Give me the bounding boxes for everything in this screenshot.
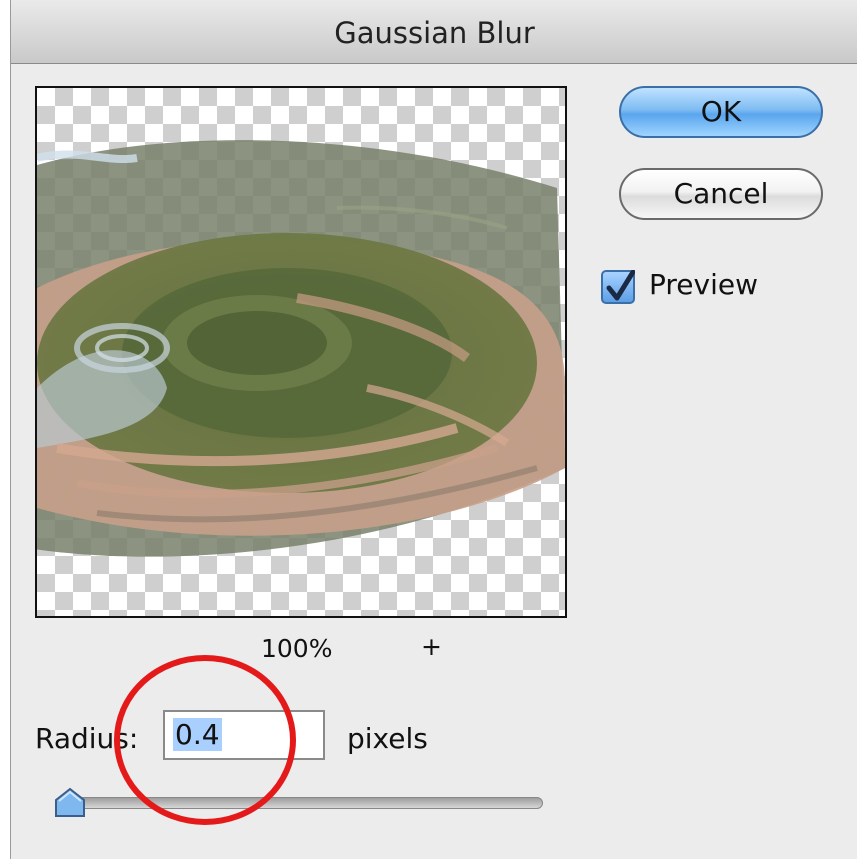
radius-unit-label: pixels — [347, 722, 428, 755]
radius-value: 0.4 — [173, 718, 222, 751]
radius-input[interactable]: 0.4 — [163, 710, 325, 760]
zoom-level: 100% — [261, 634, 333, 663]
preview-canvas[interactable] — [35, 86, 567, 618]
ok-button[interactable]: OK — [619, 86, 823, 138]
preview-image — [37, 140, 565, 557]
gaussian-blur-dialog: Gaussian Blur OK Cancel Preview 100% + R… — [10, 0, 857, 859]
checkmark-icon — [606, 270, 635, 301]
radius-slider[interactable] — [55, 797, 543, 809]
radius-label: Radius: — [35, 722, 139, 755]
zoom-in-button[interactable]: + — [421, 632, 442, 661]
title-bar[interactable]: Gaussian Blur — [11, 0, 857, 64]
preview-checkbox[interactable] — [601, 270, 635, 304]
cancel-button[interactable]: Cancel — [619, 168, 823, 220]
slider-thumb-icon[interactable] — [53, 786, 87, 820]
preview-checkbox-label[interactable]: Preview — [649, 268, 758, 301]
dialog-title: Gaussian Blur — [334, 16, 535, 50]
